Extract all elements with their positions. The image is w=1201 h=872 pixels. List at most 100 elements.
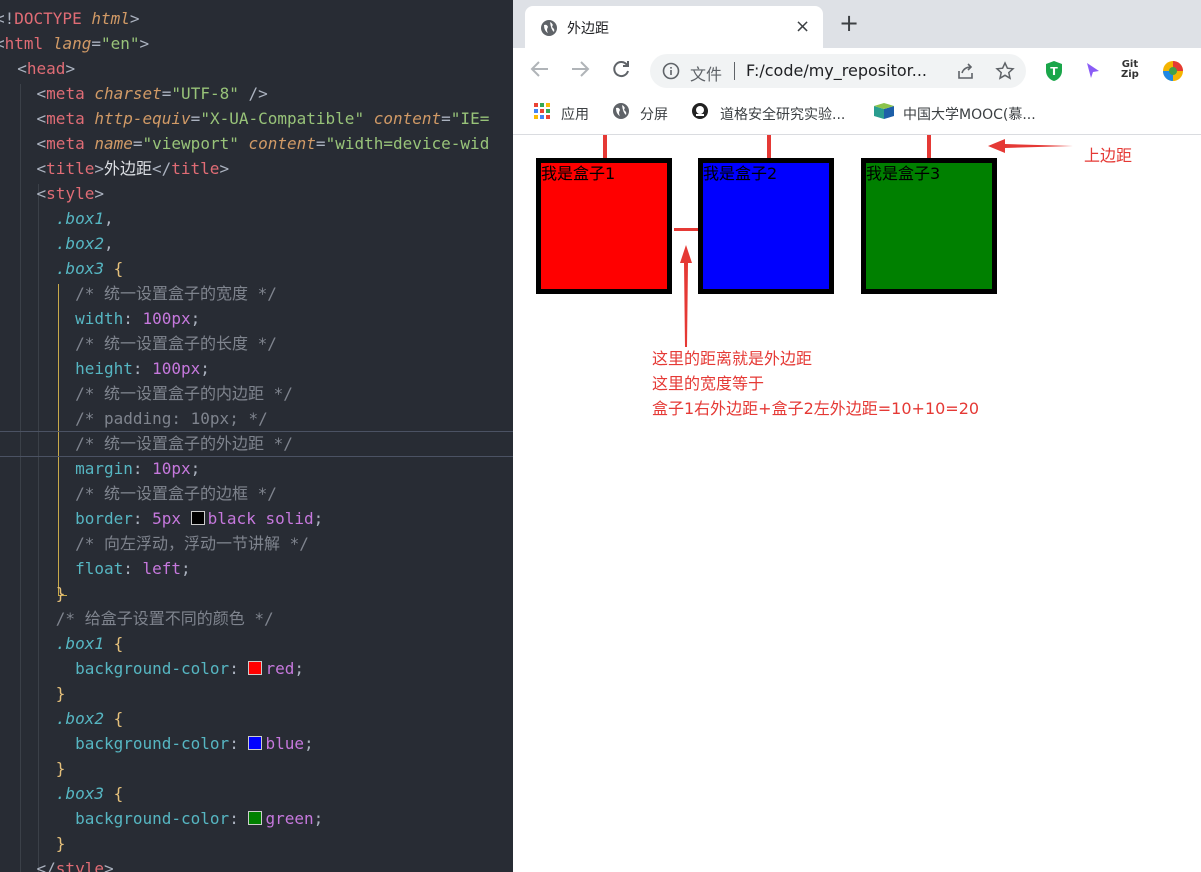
code-line[interactable]: background-color: red; bbox=[0, 656, 304, 681]
code-line[interactable]: .box3 { bbox=[0, 781, 123, 806]
code-line[interactable]: <title>外边距</title> bbox=[0, 156, 230, 181]
gap-annotation-line2: 这里的宽度等于 bbox=[652, 374, 765, 393]
code-line[interactable]: /* 给盒子设置不同的颜色 */ bbox=[0, 606, 274, 631]
globe-icon[interactable] bbox=[612, 102, 630, 124]
code-line[interactable]: <html lang="en"> bbox=[0, 31, 149, 56]
info-icon[interactable] bbox=[662, 62, 680, 84]
star-icon[interactable] bbox=[995, 61, 1015, 85]
code-line[interactable]: /* 统一设置盒子的外边距 */ bbox=[0, 431, 293, 456]
color-swatch[interactable] bbox=[248, 736, 263, 750]
url-divider bbox=[734, 62, 735, 80]
code-line[interactable]: /* padding: 10px; */ bbox=[0, 406, 268, 431]
cursor-extension-icon[interactable] bbox=[1084, 61, 1102, 85]
code-line[interactable]: /* 统一设置盒子的长度 */ bbox=[0, 331, 277, 356]
code-line[interactable]: <meta http-equiv="X-UA-Compatible" conte… bbox=[0, 106, 490, 131]
code-token: "viewport" bbox=[142, 134, 239, 153]
url-text[interactable]: F:/code/my_repositor... bbox=[746, 61, 927, 80]
code-line[interactable]: border: 5px black solid; bbox=[0, 506, 323, 531]
close-tab-icon[interactable]: × bbox=[795, 16, 810, 37]
tab-active[interactable]: 外边距 × bbox=[525, 6, 823, 48]
forward-arrow-icon[interactable] bbox=[569, 58, 591, 85]
code-line[interactable]: .box1, bbox=[0, 206, 114, 231]
bookmark-apps[interactable]: 应用 bbox=[561, 104, 589, 124]
code-line[interactable]: <!DOCTYPE html> bbox=[0, 6, 140, 31]
code-line[interactable]: .box1 { bbox=[0, 631, 123, 656]
code-line[interactable]: <style> bbox=[0, 181, 104, 206]
code-token: } bbox=[55, 759, 66, 778]
code-token: ; bbox=[190, 459, 201, 478]
apps-grid-icon[interactable] bbox=[533, 102, 551, 124]
code-token: > bbox=[94, 184, 104, 203]
colorful-extension-icon[interactable] bbox=[1162, 60, 1184, 86]
code-editor[interactable]: <!DOCTYPE html><html lang="en"> <head> <… bbox=[0, 0, 513, 872]
code-token: ; bbox=[190, 309, 201, 328]
gitzip-extension-icon[interactable]: Git Zip bbox=[1121, 60, 1139, 80]
code-token: meta bbox=[46, 84, 95, 103]
doug-lab-icon[interactable] bbox=[691, 102, 709, 124]
color-swatch[interactable] bbox=[190, 511, 205, 525]
code-token: < bbox=[0, 84, 47, 103]
code-line[interactable]: .box3 { bbox=[0, 256, 123, 281]
code-line[interactable]: /* 向左浮动，浮动一节讲解 */ bbox=[0, 531, 309, 556]
code-line[interactable]: .box2 { bbox=[0, 706, 123, 731]
code-token: background-color bbox=[75, 659, 230, 678]
code-line[interactable]: margin: 10px; bbox=[0, 456, 200, 481]
code-line[interactable]: } bbox=[0, 756, 66, 781]
code-token: style bbox=[55, 859, 104, 872]
code-line[interactable]: /* 统一设置盒子的宽度 */ bbox=[0, 281, 277, 306]
code-line[interactable]: height: 100px; bbox=[0, 356, 210, 381]
code-line[interactable]: } bbox=[0, 681, 66, 706]
code-token: > bbox=[129, 9, 140, 28]
code-line[interactable]: } bbox=[0, 831, 66, 856]
bookmark-split-screen[interactable]: 分屏 bbox=[640, 104, 668, 124]
code-line[interactable]: /* 统一设置盒子的边框 */ bbox=[0, 481, 277, 506]
code-token: : bbox=[123, 309, 143, 328]
address-bar[interactable]: 文件 F:/code/my_repositor... bbox=[650, 54, 1026, 88]
mooc-icon[interactable] bbox=[873, 102, 895, 124]
code-line[interactable]: <head> bbox=[0, 56, 75, 81]
code-token: charset bbox=[94, 84, 162, 103]
box-1: 我是盒子1 bbox=[536, 158, 672, 294]
back-arrow-icon[interactable] bbox=[529, 58, 551, 85]
code-token: html bbox=[4, 34, 53, 53]
shield-extension-icon[interactable]: T bbox=[1044, 60, 1064, 86]
box-1-label: 我是盒子1 bbox=[541, 164, 616, 183]
code-line[interactable]: .box2, bbox=[0, 231, 114, 256]
code-line[interactable]: </style> bbox=[0, 856, 114, 872]
code-line[interactable]: float: left; bbox=[0, 556, 191, 581]
code-line[interactable]: width: 100px; bbox=[0, 306, 200, 331]
code-line[interactable]: /* 统一设置盒子的内边距 */ bbox=[0, 381, 293, 406]
code-line[interactable]: <meta name="viewport" content="width=dev… bbox=[0, 131, 490, 156]
code-token: ; bbox=[200, 359, 210, 378]
new-tab-button[interactable]: + bbox=[839, 11, 859, 35]
code-line[interactable]: } bbox=[0, 581, 66, 606]
code-token: } bbox=[55, 834, 66, 853]
code-token: /* 向左浮动，浮动一节讲解 */ bbox=[75, 534, 309, 553]
code-token: html bbox=[91, 9, 130, 28]
code-token: = bbox=[441, 109, 451, 128]
color-swatch[interactable] bbox=[248, 811, 263, 825]
bookmarks-bar: 应用 分屏 道格安全研究实验... 中国大学MOOC(慕... bbox=[513, 94, 1201, 135]
box-3-label: 我是盒子3 bbox=[866, 164, 941, 183]
code-token: .box2 bbox=[55, 709, 104, 728]
share-icon[interactable] bbox=[956, 62, 976, 84]
bookmark-doug-lab[interactable]: 道格安全研究实验... bbox=[720, 104, 845, 124]
code-line[interactable]: background-color: blue; bbox=[0, 731, 314, 756]
color-swatch[interactable] bbox=[248, 661, 263, 675]
code-token: = bbox=[91, 34, 101, 53]
bookmark-mooc[interactable]: 中国大学MOOC(慕... bbox=[903, 104, 1036, 124]
code-line[interactable]: background-color: green; bbox=[0, 806, 323, 831]
reload-icon[interactable] bbox=[610, 58, 632, 85]
code-line[interactable]: <meta charset="UTF-8" /> bbox=[0, 81, 268, 106]
